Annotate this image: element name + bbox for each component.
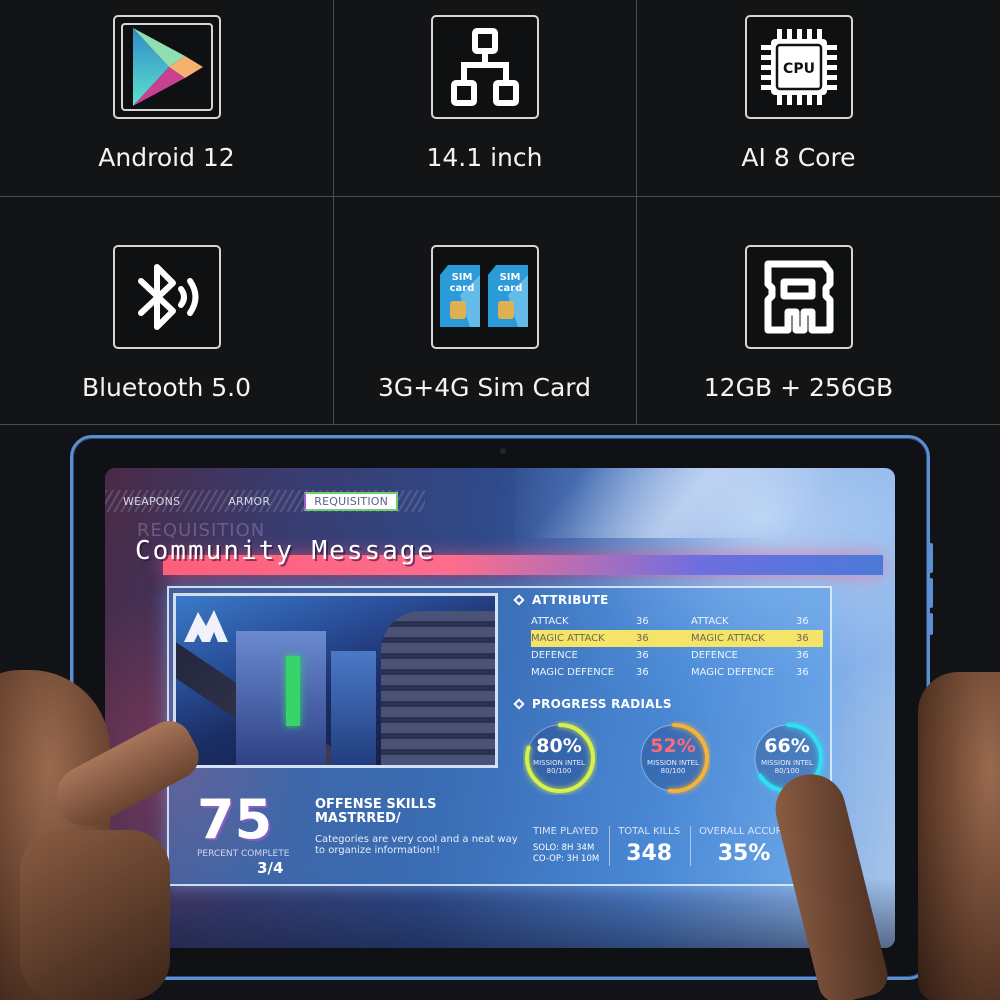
radial-percent: 52% [650, 735, 696, 757]
diamond-icon [513, 698, 525, 710]
volume-button[interactable] [929, 578, 933, 608]
right-hand [918, 672, 1000, 1000]
power-button[interactable] [929, 613, 933, 635]
tab-armor[interactable]: ARMOR [210, 495, 286, 508]
skill-percent: 75 [197, 788, 273, 851]
sim-text: SIM [451, 272, 472, 283]
skill-progress: 75 PERCENT COMPLETE 3/4 [197, 788, 290, 878]
radial-caption: MISSION INTEL 80/100 [647, 759, 699, 775]
cpu-chip-icon: CPU [744, 15, 853, 119]
front-camera [500, 448, 506, 454]
divider [0, 424, 1000, 425]
stat-time-played: TIME PLAYED SOLO: 8H 34M CO-OP: 3H 10M [533, 826, 611, 866]
spec-label: AI 8 Core [741, 143, 856, 172]
progress-radials: 80% MISSION INTEL 80/100 52% MISSION INTE… [523, 721, 823, 795]
tab-weapons[interactable]: WEAPONS [105, 495, 196, 508]
spec-screen-size: 14.1 inch [318, 15, 651, 172]
sim-text: card [497, 283, 522, 294]
spec-sim: SIM card SIM card 3G+4G Sim Card [318, 245, 651, 402]
attribute-row-highlighted[interactable]: MAGIC ATTACK 36 MAGIC ATTACK 36 [531, 630, 823, 647]
attribute-section: ATTRIBUTE ATTACK 36 ATTACK 36 MAGIC ATTACK… [513, 593, 823, 795]
memory-card-icon [744, 245, 853, 349]
volume-button[interactable] [929, 543, 933, 573]
page-title: Community Message [135, 536, 436, 566]
diamond-icon [513, 594, 525, 606]
radials-heading: PROGRESS RADIALS [513, 697, 823, 711]
stats-row: TIME PLAYED SOLO: 8H 34M CO-OP: 3H 10M TO… [533, 826, 807, 866]
attribute-row: ATTACK 36 ATTACK 36 [531, 616, 809, 627]
divider [0, 196, 1000, 197]
radial-caption: MISSION INTEL 80/100 [533, 759, 585, 775]
percent-complete-label: PERCENT COMPLETE [197, 849, 290, 859]
radial-percent: 80% [536, 735, 582, 757]
spec-label: 12GB + 256GB [703, 373, 894, 402]
radial-percent: 66% [764, 735, 810, 757]
attribute-row: DEFENCE 36 DEFENCE 36 [531, 650, 809, 661]
spec-label: Android 12 [98, 143, 235, 172]
attribute-table: ATTACK 36 ATTACK 36 MAGIC ATTACK 36 MAGIC A… [531, 613, 823, 681]
progress-radial: 52% MISSION INTEL 80/100 [637, 721, 709, 795]
mountain-logo-icon [184, 610, 228, 642]
spec-label: 3G+4G Sim Card [377, 373, 592, 402]
network-diagram-icon [430, 15, 539, 119]
cpu-icon-text: CPU [783, 61, 815, 77]
spec-cpu: CPU AI 8 Core [632, 15, 965, 172]
sim-card-icon: SIM card SIM card [430, 245, 539, 349]
sim-text: card [449, 283, 474, 294]
attribute-heading: ATTRIBUTE [513, 593, 823, 607]
spec-android: Android 12 [0, 15, 333, 172]
bluetooth-icon [112, 245, 221, 349]
left-palm [20, 830, 170, 1000]
spec-memory: 12GB + 256GB [632, 245, 965, 402]
game-tabs: WEAPONS ARMOR REQUISITION [105, 490, 425, 512]
spec-label: Bluetooth 5.0 [81, 373, 252, 402]
play-store-icon [112, 15, 221, 119]
progress-radial: 80% MISSION INTEL 80/100 [523, 721, 595, 795]
tablet-screen: WEAPONS ARMOR REQUISITION REQUISITION Co… [105, 468, 895, 948]
spec-grid: Android 12 14.1 inch CPU AI 8 Core Bluet… [0, 0, 1000, 425]
radial-caption: MISSION INTEL 80/100 [761, 759, 813, 775]
stat-total-kills: TOTAL KILLS 348 [618, 826, 692, 866]
city-image [173, 593, 498, 768]
attribute-row: MAGIC DEFENCE 36 MAGIC DEFENCE 36 [531, 667, 809, 678]
tab-requisition[interactable]: REQUISITION [304, 491, 399, 511]
skill-description: OFFENSE SKILLS MASTRRED/ Categories are v… [315, 797, 518, 857]
spec-bluetooth: Bluetooth 5.0 [0, 245, 333, 402]
spec-label: 14.1 inch [426, 143, 543, 172]
skill-fraction: 3/4 [257, 859, 284, 877]
sim-text: SIM [499, 272, 520, 283]
